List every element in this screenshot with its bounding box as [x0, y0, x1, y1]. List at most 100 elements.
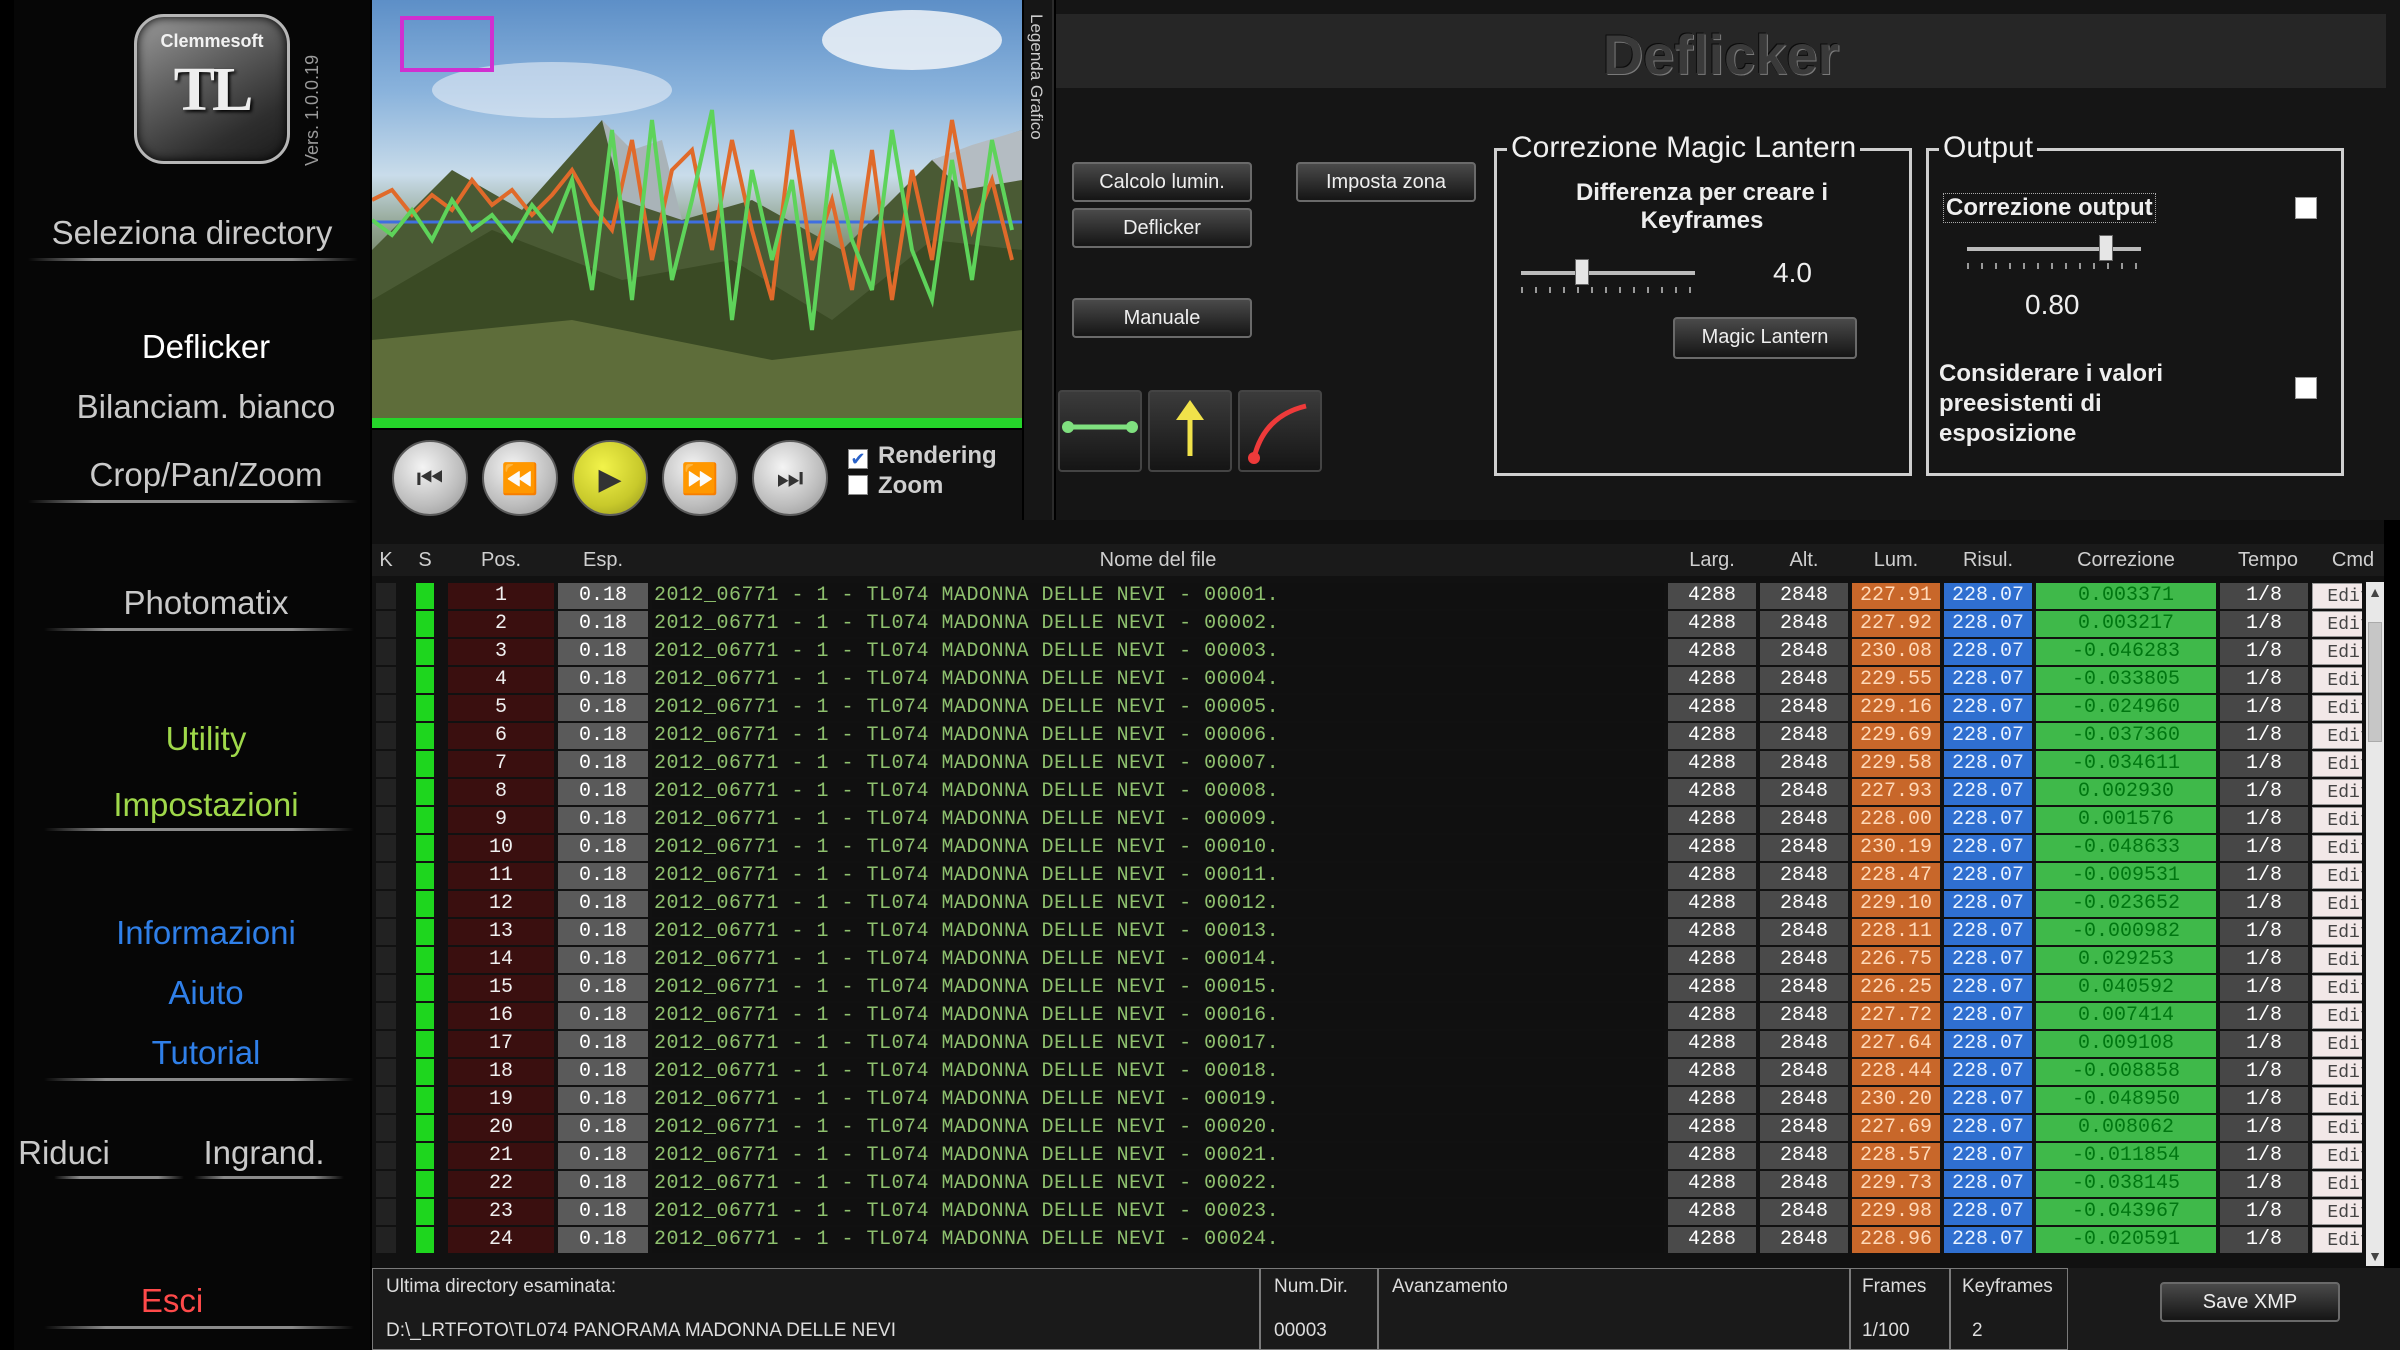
save-xmp-button[interactable]: Save XMP [2160, 1282, 2340, 1322]
edit-button[interactable]: Edit [2312, 779, 2362, 805]
cell-s[interactable] [416, 1171, 434, 1197]
line-tool-button[interactable] [1058, 390, 1142, 472]
edit-button[interactable]: Edit [2312, 667, 2362, 693]
table-row[interactable]: 2 0.18 2012_06771 - 1 - TL074 MADONNA DELL… [372, 610, 2362, 638]
rewind-button[interactable]: ⏪ [482, 440, 558, 516]
cell-k[interactable] [376, 1227, 396, 1253]
sidebar-item-bilanciam-bianco[interactable]: Bilanciam. bianco [28, 388, 384, 426]
table-row[interactable]: 7 0.18 2012_06771 - 1 - TL074 MADONNA DELL… [372, 750, 2362, 778]
table-row[interactable]: 13 0.18 2012_06771 - 1 - TL074 MADONNA DEL… [372, 918, 2362, 946]
cell-s[interactable] [416, 863, 434, 889]
column-header-pos[interactable]: Pos. [448, 544, 554, 576]
cell-s[interactable] [416, 1199, 434, 1225]
cell-s[interactable] [416, 611, 434, 637]
scrollbar-thumb[interactable] [2368, 622, 2382, 742]
cell-k[interactable] [376, 639, 396, 665]
edit-button[interactable]: Edit [2312, 723, 2362, 749]
sidebar-item-crop-pan-zoom[interactable]: Crop/Pan/Zoom [28, 456, 384, 494]
cell-s[interactable] [416, 1115, 434, 1141]
table-row[interactable]: 9 0.18 2012_06771 - 1 - TL074 MADONNA DELL… [372, 806, 2362, 834]
curve-tool-button[interactable] [1238, 390, 1322, 472]
edit-button[interactable]: Edit [2312, 1143, 2362, 1169]
cell-s[interactable] [416, 835, 434, 861]
cell-s[interactable] [416, 751, 434, 777]
considerare-checkbox[interactable] [2295, 377, 2317, 399]
table-row[interactable]: 8 0.18 2012_06771 - 1 - TL074 MADONNA DELL… [372, 778, 2362, 806]
table-row[interactable]: 1 0.18 2012_06771 - 1 - TL074 MADONNA DELL… [372, 582, 2362, 610]
table-row[interactable]: 11 0.18 2012_06771 - 1 - TL074 MADONNA DEL… [372, 862, 2362, 890]
correzione-output-checkbox[interactable] [2295, 197, 2317, 219]
cell-s[interactable] [416, 1003, 434, 1029]
column-header-tempo-esp[interactable]: Tempo esp [2220, 544, 2316, 603]
edit-button[interactable]: Edit [2312, 891, 2362, 917]
table-row[interactable]: 12 0.18 2012_06771 - 1 - TL074 MADONNA DEL… [372, 890, 2362, 918]
table-row[interactable]: 23 0.18 2012_06771 - 1 - TL074 MADONNA DEL… [372, 1198, 2362, 1226]
play-button[interactable]: ▶ [572, 440, 648, 516]
output-slider-track[interactable] [1967, 247, 2141, 251]
table-row[interactable]: 10 0.18 2012_06771 - 1 - TL074 MADONNA DEL… [372, 834, 2362, 862]
cell-k[interactable] [376, 667, 396, 693]
sidebar-item-seleziona-directory[interactable]: Seleziona directory [14, 214, 370, 252]
cell-k[interactable] [376, 779, 396, 805]
cell-s[interactable] [416, 1031, 434, 1057]
cell-k[interactable] [376, 1171, 396, 1197]
edit-button[interactable]: Edit [2312, 835, 2362, 861]
edit-button[interactable]: Edit [2312, 1227, 2362, 1253]
cell-k[interactable] [376, 1031, 396, 1057]
edit-button[interactable]: Edit [2312, 1003, 2362, 1029]
edit-button[interactable]: Edit [2312, 863, 2362, 889]
table-row[interactable]: 18 0.18 2012_06771 - 1 - TL074 MADONNA DEL… [372, 1058, 2362, 1086]
cell-k[interactable] [376, 919, 396, 945]
column-header-s[interactable]: S [410, 544, 440, 576]
table-row[interactable]: 17 0.18 2012_06771 - 1 - TL074 MADONNA DEL… [372, 1030, 2362, 1058]
edit-button[interactable]: Edit [2312, 975, 2362, 1001]
edit-button[interactable]: Edit [2312, 1031, 2362, 1057]
sidebar-item-tutorial[interactable]: Tutorial [28, 1034, 384, 1072]
zoom-checkbox[interactable]: Zoom [848, 472, 943, 500]
table-row[interactable]: 24 0.18 2012_06771 - 1 - TL074 MADONNA DEL… [372, 1226, 2362, 1254]
column-header-k[interactable]: K [372, 544, 400, 576]
fast-forward-button[interactable]: ⏩ [662, 440, 738, 516]
cell-k[interactable] [376, 1059, 396, 1085]
cell-s[interactable] [416, 947, 434, 973]
edit-button[interactable]: Edit [2312, 1087, 2362, 1113]
table-row[interactable]: 14 0.18 2012_06771 - 1 - TL074 MADONNA DEL… [372, 946, 2362, 974]
table-row[interactable]: 21 0.18 2012_06771 - 1 - TL074 MADONNA DEL… [372, 1142, 2362, 1170]
cell-k[interactable] [376, 583, 396, 609]
cell-k[interactable] [376, 1143, 396, 1169]
cell-s[interactable] [416, 807, 434, 833]
table-row[interactable]: 16 0.18 2012_06771 - 1 - TL074 MADONNA DEL… [372, 1002, 2362, 1030]
calcolo-lumin-button[interactable]: Calcolo lumin. [1072, 162, 1252, 202]
sidebar-item-photomatix[interactable]: Photomatix [28, 584, 384, 622]
cell-k[interactable] [376, 863, 396, 889]
cell-k[interactable] [376, 1115, 396, 1141]
cell-k[interactable] [376, 975, 396, 1001]
column-header-larg[interactable]: Larg. [1668, 544, 1756, 576]
sidebar-item-deflicker[interactable]: Deflicker [28, 328, 384, 366]
cell-s[interactable] [416, 1059, 434, 1085]
legend-tab[interactable]: Legenda Grafico [1024, 0, 1054, 520]
column-header-risul[interactable]: Risul. [1944, 544, 2032, 576]
keyframes-slider-track[interactable] [1521, 271, 1695, 275]
table-row[interactable]: 15 0.18 2012_06771 - 1 - TL074 MADONNA DEL… [372, 974, 2362, 1002]
cell-s[interactable] [416, 667, 434, 693]
cell-s[interactable] [416, 975, 434, 1001]
column-header-lum[interactable]: Lum. [1852, 544, 1940, 576]
manuale-button[interactable]: Manuale [1072, 298, 1252, 338]
edit-button[interactable]: Edit [2312, 611, 2362, 637]
scroll-down-icon[interactable]: ▼ [2366, 1246, 2384, 1266]
cell-s[interactable] [416, 891, 434, 917]
cell-s[interactable] [416, 779, 434, 805]
edit-button[interactable]: Edit [2312, 1115, 2362, 1141]
cell-k[interactable] [376, 807, 396, 833]
column-header-alt[interactable]: Alt. [1760, 544, 1848, 576]
edit-button[interactable]: Edit [2312, 1059, 2362, 1085]
keyframes-slider-thumb[interactable] [1574, 259, 1589, 285]
cell-k[interactable] [376, 751, 396, 777]
table-scrollbar[interactable]: ▲ ▼ [2366, 582, 2384, 1266]
zone-selection-rectangle[interactable] [400, 16, 494, 72]
cell-s[interactable] [416, 639, 434, 665]
edit-button[interactable]: Edit [2312, 639, 2362, 665]
cell-s[interactable] [416, 1087, 434, 1113]
edit-button[interactable]: Edit [2312, 919, 2362, 945]
